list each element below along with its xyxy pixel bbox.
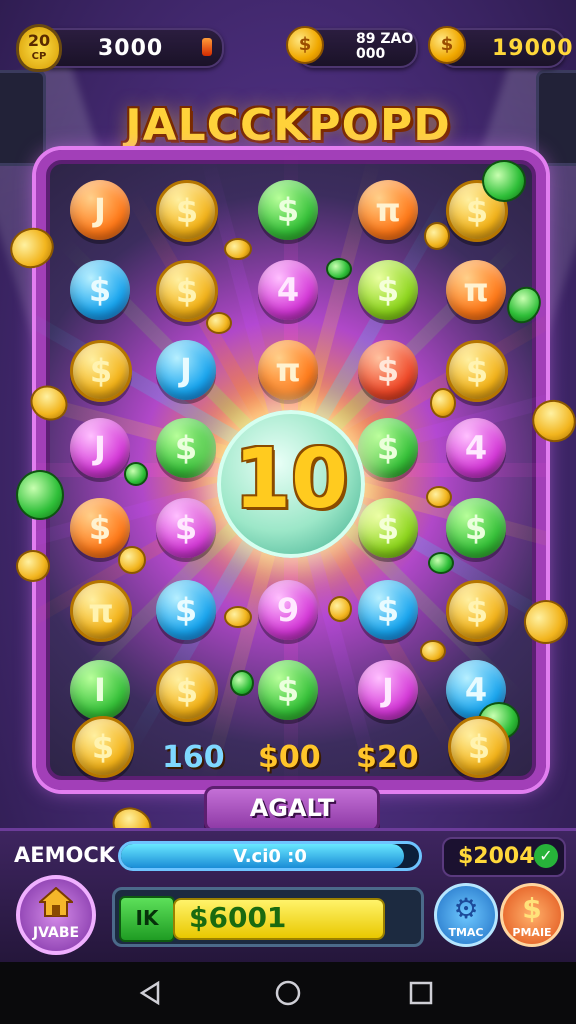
token-blue[interactable]: J: [156, 340, 216, 400]
token-gold[interactable]: $: [156, 260, 218, 322]
bottom-hud: AEMOCK V.ci0 :0 $2004 ✓ JVABE IK $6001 ⚙…: [0, 828, 576, 965]
flying-gem-icon: [326, 258, 352, 280]
flying-coin-icon: [224, 238, 252, 260]
gear-icon: ⚙: [453, 892, 479, 925]
token-purple[interactable]: $: [156, 498, 216, 558]
flying-coin-icon: [224, 606, 252, 628]
coin-icon: $: [286, 26, 324, 64]
bet-tag: IK: [119, 896, 175, 942]
token-orange[interactable]: π: [258, 340, 318, 400]
token-purple[interactable]: J: [70, 418, 130, 478]
score-pill: 3000: [34, 28, 224, 68]
system-nav-bar: [0, 962, 576, 1024]
token-gold[interactable]: π: [70, 580, 132, 642]
token-blue[interactable]: $: [70, 260, 130, 320]
mid-counter-line2: 000: [356, 46, 386, 62]
token-lime[interactable]: $: [358, 498, 418, 558]
flying-coin-icon: [118, 546, 146, 574]
flying-gem-icon: [124, 462, 148, 486]
game-title: JALCCKPOPD: [125, 100, 451, 151]
dollar-icon: $: [522, 892, 542, 925]
flying-gem-icon: [230, 670, 254, 696]
multiplier-value: 10: [233, 432, 349, 527]
mid-counter-line1: 89 ZAO: [356, 31, 414, 47]
flying-gem-icon: [16, 470, 64, 520]
coins-value: 19000: [492, 36, 574, 61]
level-badge[interactable]: 20 CP: [16, 24, 62, 72]
flying-coin-icon: [420, 640, 446, 662]
token-gold[interactable]: $: [156, 180, 218, 242]
bonus-coin-token[interactable]: $: [72, 716, 134, 778]
pause-label: PMAIE: [512, 926, 552, 939]
recents-icon[interactable]: [406, 978, 436, 1008]
flying-gem-icon: [482, 160, 526, 202]
level-subtext: CP: [31, 51, 47, 62]
wallet-display[interactable]: $2004 ✓: [442, 837, 566, 877]
confirm-check-icon[interactable]: ✓: [534, 844, 558, 868]
token-green[interactable]: I: [70, 660, 130, 720]
score-value: 3000: [98, 36, 164, 61]
token-green[interactable]: $: [258, 180, 318, 240]
home-button[interactable]: JVABE: [16, 875, 96, 955]
token-green[interactable]: $: [446, 498, 506, 558]
progress-bar: V.ci0 :0: [118, 841, 422, 871]
level-value: 20: [27, 31, 51, 50]
home-nav-icon[interactable]: [273, 978, 303, 1008]
settings-label: TMAC: [448, 926, 484, 939]
coin-icon[interactable]: $: [428, 26, 466, 64]
pause-button[interactable]: $ PMAIE: [500, 883, 564, 947]
token-lime[interactable]: $: [358, 260, 418, 320]
score-indicator-icon: [202, 38, 212, 56]
payout-value: 160: [162, 740, 225, 775]
bet-bar[interactable]: IK $6001: [112, 887, 424, 947]
token-gold[interactable]: $: [446, 340, 508, 402]
token-orange[interactable]: $: [70, 498, 130, 558]
home-label: JVABE: [32, 925, 80, 941]
token-gold[interactable]: $: [446, 580, 508, 642]
flying-coin-icon: [424, 222, 450, 250]
home-icon: [39, 887, 73, 917]
hud-label: AEMOCK: [14, 843, 116, 867]
token-gold[interactable]: $: [156, 660, 218, 722]
top-bar: 3000 20 CP 89 ZAO 000 $ 19000 $: [14, 24, 573, 72]
token-blue[interactable]: $: [156, 580, 216, 640]
token-green[interactable]: $: [156, 418, 216, 478]
token-orange[interactable]: π: [358, 180, 418, 240]
flying-coin-icon: [328, 596, 352, 622]
flying-gem-icon: [428, 552, 454, 574]
token-green[interactable]: $: [358, 418, 418, 478]
settings-button[interactable]: ⚙ TMAC: [434, 883, 498, 947]
token-green[interactable]: $: [258, 660, 318, 720]
jackpot-multiplier[interactable]: 10: [217, 410, 365, 558]
token-orange[interactable]: J: [70, 180, 130, 240]
payout-value: $00: [258, 740, 321, 775]
token-purple[interactable]: 4: [258, 260, 318, 320]
bonus-coin-token[interactable]: $: [448, 716, 510, 778]
progress-text: V.ci0 :0: [233, 846, 307, 867]
bet-amount: $6001: [189, 901, 287, 934]
wallet-value: $2004: [458, 844, 535, 869]
again-button[interactable]: AGALT: [204, 786, 380, 832]
back-icon[interactable]: [136, 978, 166, 1008]
token-red[interactable]: $: [358, 340, 418, 400]
token-blue[interactable]: $: [358, 580, 418, 640]
flying-coin-icon: [206, 312, 232, 334]
flying-coin-icon: [16, 550, 50, 582]
token-gold[interactable]: $: [70, 340, 132, 402]
payout-value: $20: [356, 740, 419, 775]
token-purple[interactable]: 9: [258, 580, 318, 640]
token-purple[interactable]: 4: [446, 418, 506, 478]
flying-coin-icon: [430, 388, 456, 418]
flying-coin-icon: [426, 486, 452, 508]
token-purple[interactable]: J: [358, 660, 418, 720]
token-orange[interactable]: π: [446, 260, 506, 320]
